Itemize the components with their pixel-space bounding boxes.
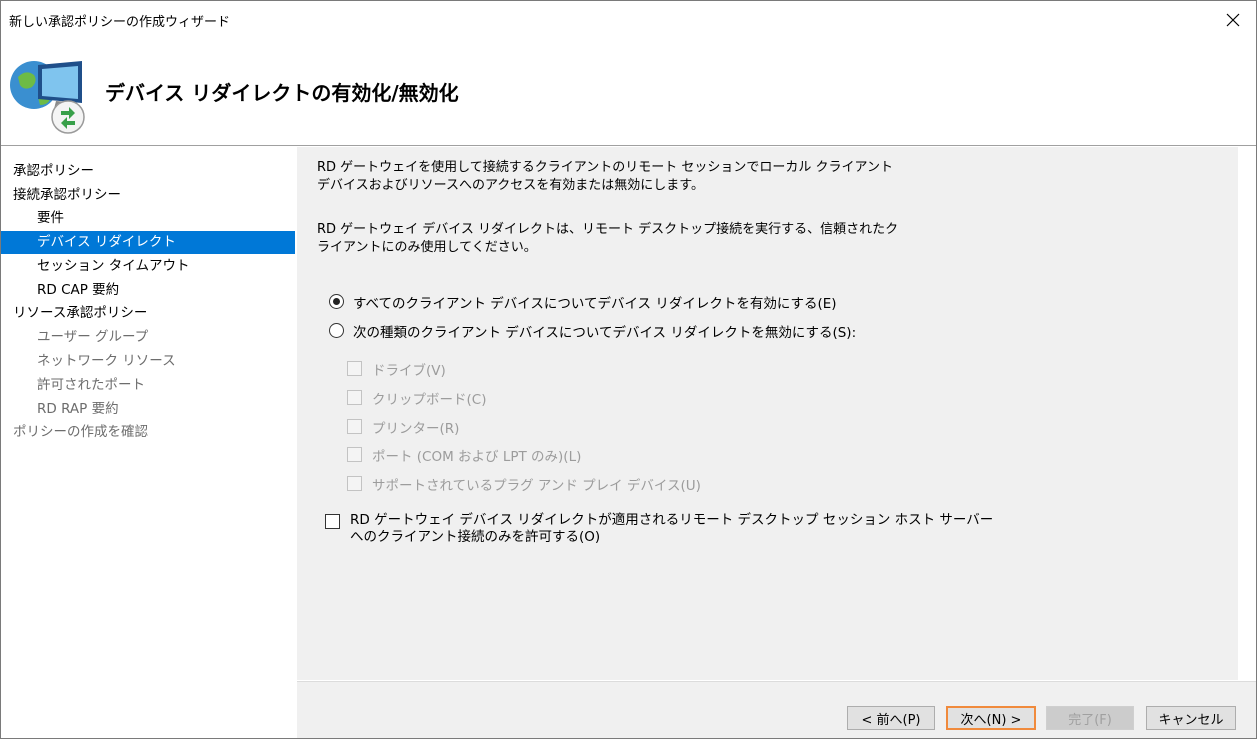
wizard-window: 新しい承認ポリシーの作成ウィザード デバイス リダイレクトの有効化/無効化 承認… <box>0 0 1257 739</box>
remote-desktop-gateway-icon <box>10 61 85 134</box>
nav-step-device-redirection[interactable]: デバイス リダイレクト <box>37 231 176 254</box>
checkbox-box[interactable] <box>347 390 362 405</box>
clipboard-checkbox[interactable]: クリップボード(C) <box>347 388 486 408</box>
nav-step-rd-rap-summary: RD RAP 要約 <box>37 401 119 417</box>
ports-checkbox[interactable]: ポート (COM および LPT のみ)(L) <box>347 445 581 465</box>
content-right-strip <box>1239 147 1256 680</box>
page-title: デバイス リダイレクトの有効化/無効化 <box>105 81 459 105</box>
nav-step-rd-cap-summary[interactable]: RD CAP 要約 <box>37 279 119 302</box>
warning-text: RD ゲートウェイ デバイス リダイレクトは、リモート デスクトップ接続を実行す… <box>317 222 899 255</box>
nav-step-connection-authorization-policy[interactable]: 接続承認ポリシー <box>13 184 121 207</box>
checkbox-box[interactable] <box>347 447 362 462</box>
checkbox-box[interactable] <box>347 361 362 376</box>
nav-step-user-groups: ユーザー グループ <box>37 329 149 345</box>
allow-only-rdsh-label: RD ゲートウェイ デバイス リダイレクトが適用されるリモート デスクトップ セ… <box>350 512 993 546</box>
wizard-footer: < 前へ(P) 次へ(N) > 完了(F) キャンセル <box>297 681 1256 738</box>
drives-checkbox[interactable]: ドライブ(V) <box>347 359 446 379</box>
disable-device-types-radio[interactable]: 次の種類のクライアント デバイスについてデバイス リダイレクトを無効にする(S)… <box>329 321 856 341</box>
radio-indicator[interactable] <box>329 323 344 338</box>
description-text: RD ゲートウェイを使用して接続するクライアントのリモート セッションでローカル… <box>317 160 894 193</box>
window-title: 新しい承認ポリシーの作成ウィザード <box>9 15 231 30</box>
drives-label: ドライブ(V) <box>372 363 446 379</box>
next-button[interactable]: 次へ(N) > <box>946 706 1036 730</box>
finish-button: 完了(F) <box>1046 706 1134 730</box>
enable-all-devices-label: すべてのクライアント デバイスについてデバイス リダイレクトを有効にする(E) <box>353 296 837 312</box>
pnp-devices-checkbox[interactable]: サポートされているプラグ アンド プレイ デバイス(U) <box>347 474 701 494</box>
checkbox-box[interactable] <box>325 514 340 529</box>
printers-label: プリンター(R) <box>372 421 460 437</box>
nav-step-resource-authorization-policy[interactable]: リソース承認ポリシー <box>13 302 147 325</box>
nav-step-allowed-ports: 許可されたポート <box>37 377 145 393</box>
printers-checkbox[interactable]: プリンター(R) <box>347 417 459 437</box>
radio-indicator[interactable] <box>329 294 344 309</box>
allow-only-label-line2: へのクライアント接続のみを許可する(O) <box>350 529 601 545</box>
disable-device-types-label: 次の種類のクライアント デバイスについてデバイス リダイレクトを無効にする(S)… <box>353 325 857 341</box>
close-button[interactable] <box>1210 1 1256 39</box>
nav-step-confirm-policy-creation: ポリシーの作成を確認 <box>13 424 148 440</box>
clipboard-label: クリップボード(C) <box>372 392 487 408</box>
pnp-devices-label: サポートされているプラグ アンド プレイ デバイス(U) <box>372 478 701 494</box>
back-button[interactable]: < 前へ(P) <box>847 706 935 730</box>
allow-only-label-line1: RD ゲートウェイ デバイス リダイレクトが適用されるリモート デスクトップ セ… <box>350 512 994 528</box>
nav-step-network-resources: ネットワーク リソース <box>37 353 176 369</box>
wizard-steps-nav: 承認ポリシー 接続承認ポリシー 要件 デバイス リダイレクト セッション タイム… <box>1 147 295 738</box>
checkbox-box[interactable] <box>347 476 362 491</box>
nav-step-requirements[interactable]: 要件 <box>37 207 64 230</box>
ports-label: ポート (COM および LPT のみ)(L) <box>372 449 582 465</box>
wizard-content: RD ゲートウェイを使用して接続するクライアントのリモート セッションでローカル… <box>297 147 1238 680</box>
wizard-header: デバイス リダイレクトの有効化/無効化 <box>1 39 1256 146</box>
nav-step-authorization-policies[interactable]: 承認ポリシー <box>13 160 94 183</box>
close-icon <box>1226 13 1240 27</box>
checkbox-box[interactable] <box>347 419 362 434</box>
nav-step-session-timeout[interactable]: セッション タイムアウト <box>37 255 190 278</box>
title-bar: 新しい承認ポリシーの作成ウィザード <box>1 1 1256 39</box>
enable-all-devices-radio[interactable]: すべてのクライアント デバイスについてデバイス リダイレクトを有効にする(E) <box>329 292 837 312</box>
cancel-button[interactable]: キャンセル <box>1146 706 1236 730</box>
allow-only-rdsh-checkbox[interactable]: RD ゲートウェイ デバイス リダイレクトが適用されるリモート デスクトップ セ… <box>325 512 993 546</box>
